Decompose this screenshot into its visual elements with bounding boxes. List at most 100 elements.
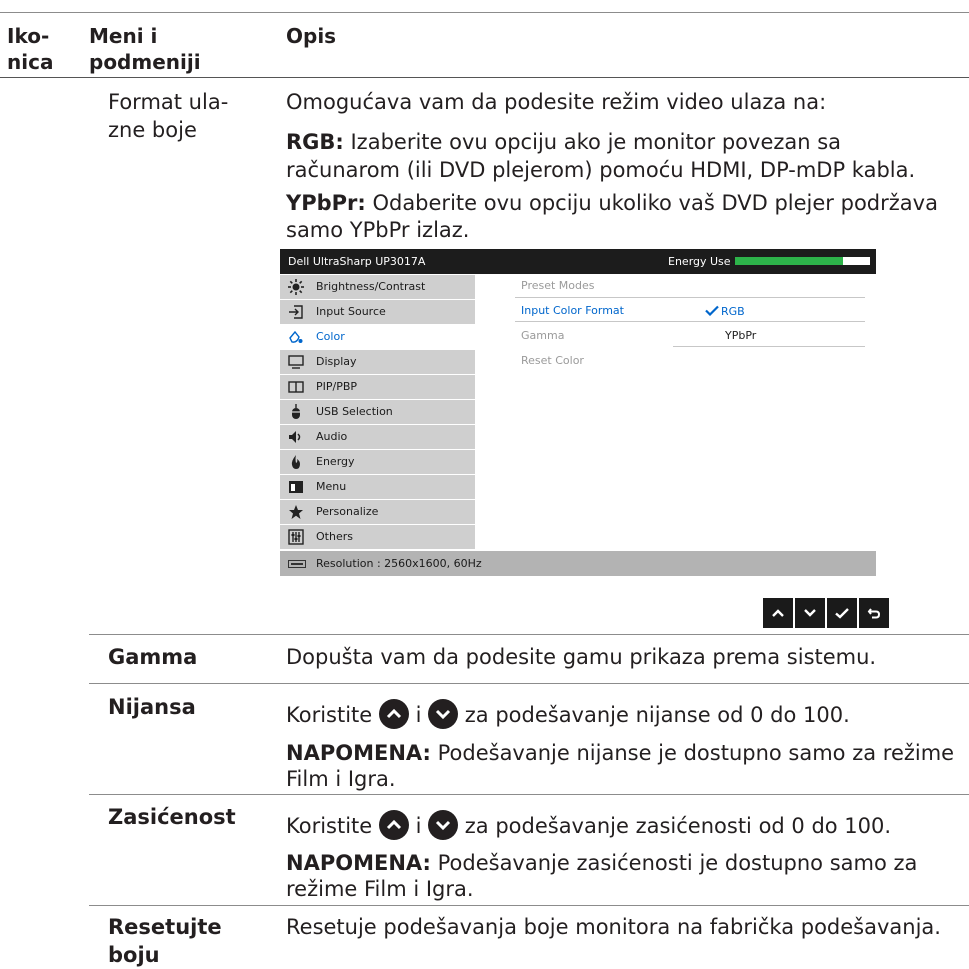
nijansa-text-pre: Koristite bbox=[286, 703, 379, 727]
osd-menu-item-input-source[interactable]: Input Source bbox=[280, 300, 475, 324]
format-title-b: zne boje bbox=[108, 118, 197, 142]
row-rule bbox=[89, 634, 969, 635]
osd-resolution: Resolution : 2560x1600, 60Hz bbox=[316, 557, 482, 570]
osd-energy-meter bbox=[735, 257, 870, 265]
osd-menu-item-pip-pbp[interactable]: PIP/PBP bbox=[280, 375, 475, 399]
osd-title: Dell UltraSharp UP3017A bbox=[288, 255, 426, 268]
zasicenost-text-post: za podešavanje zasićenosti od 0 do 100. bbox=[458, 814, 892, 838]
nijansa-text-mid: i bbox=[408, 703, 429, 727]
osd-menu-item-label: Others bbox=[316, 530, 353, 543]
header-desc-col: Opis bbox=[286, 24, 337, 48]
others-icon bbox=[288, 529, 304, 545]
up-circle-icon bbox=[378, 699, 409, 729]
nijansa-note-text-a: Podešavanje nijanse je dostupno samo za … bbox=[430, 741, 955, 765]
gamma-title: Gamma bbox=[108, 645, 198, 669]
osd-option-rgb[interactable]: RGB bbox=[705, 305, 745, 319]
nijansa-text: Koristite i za podešavanje nijanse od 0 … bbox=[286, 699, 850, 731]
nijansa-note-label: NAPOMENA: bbox=[286, 741, 431, 765]
check-icon bbox=[705, 305, 719, 317]
row-rule bbox=[89, 683, 969, 684]
osd-menu-item-color[interactable]: Color bbox=[280, 325, 475, 349]
zasicenost-title: Zasićenost bbox=[108, 805, 236, 829]
format-rgb-line-a: RGB: Izaberite ovu opciju ako je monitor… bbox=[286, 128, 841, 156]
header-menu-col-a: Meni i bbox=[89, 24, 158, 48]
osd-menu-item-label: Display bbox=[316, 355, 357, 368]
nijansa-note-b: Film i Igra. bbox=[286, 767, 396, 791]
nijansa-text-post: za podešavanje nijanse od 0 do 100. bbox=[458, 703, 850, 727]
display-icon bbox=[288, 354, 304, 370]
osd-status-bar: Resolution : 2560x1600, 60Hz bbox=[280, 551, 876, 576]
brightness-icon bbox=[288, 279, 304, 295]
back-icon bbox=[867, 608, 881, 619]
ypbpr-label: YPbPr: bbox=[286, 191, 366, 215]
osd-sub-gamma[interactable]: Gamma bbox=[521, 329, 564, 343]
header-icon-col-a: Iko- bbox=[7, 24, 50, 48]
color-icon bbox=[288, 329, 304, 345]
osd-energy-label: Energy Use bbox=[668, 255, 731, 268]
hdmi-port-icon bbox=[288, 560, 306, 568]
osd-sub-preset[interactable]: Preset Modes bbox=[521, 279, 595, 293]
osd-menu-item-label: Input Source bbox=[316, 305, 386, 318]
energy-icon bbox=[288, 454, 304, 470]
gamma-text: Dopušta vam da podesite gamu prikaza pre… bbox=[286, 645, 877, 669]
nav-confirm-button[interactable] bbox=[827, 598, 857, 628]
nav-up-button[interactable] bbox=[763, 598, 793, 628]
osd-option-rgb-label: RGB bbox=[721, 305, 745, 318]
pip-icon bbox=[288, 379, 304, 395]
zasicenost-note-a: NAPOMENA: Podešavanje zasićenosti je dos… bbox=[286, 849, 917, 877]
zasicenost-text: Koristite i za podešavanje zasićenosti o… bbox=[286, 810, 892, 842]
reset-text: Resetuje podešavanja boje monitora na fa… bbox=[286, 915, 941, 939]
osd-title-bar: Dell UltraSharp UP3017A Energy Use bbox=[280, 249, 876, 274]
osd-menu-item-label: Energy bbox=[316, 455, 355, 468]
header-menu-col-b: podmeniji bbox=[89, 50, 201, 74]
up-circle-icon bbox=[378, 810, 409, 840]
osd-option-divider bbox=[673, 346, 865, 347]
osd-menu-screenshot: Dell UltraSharp UP3017A Energy Use Brigh… bbox=[280, 249, 876, 576]
down-circle-icon bbox=[428, 810, 459, 840]
osd-energy-fill bbox=[735, 257, 843, 265]
nav-back-button[interactable] bbox=[859, 598, 889, 628]
audio-icon bbox=[288, 429, 304, 445]
menu-icon bbox=[288, 479, 304, 495]
format-ypbpr-line-b: samo YPbPr izlaz. bbox=[286, 218, 470, 242]
osd-menu-item-personalize[interactable]: Personalize bbox=[280, 500, 475, 524]
star-icon bbox=[288, 504, 304, 520]
osd-option-divider bbox=[673, 321, 865, 322]
osd-sub-reset-color[interactable]: Reset Color bbox=[521, 354, 584, 368]
zasicenost-note-label: NAPOMENA: bbox=[286, 851, 431, 875]
input-source-icon bbox=[288, 304, 304, 320]
osd-sub-divider bbox=[515, 297, 865, 298]
reset-title-b: boju bbox=[108, 943, 160, 967]
osd-menu-item-others[interactable]: Others bbox=[280, 525, 475, 549]
osd-menu-item-label: PIP/PBP bbox=[316, 380, 358, 393]
header-bottom-rule bbox=[0, 77, 969, 78]
osd-menu-item-usb-selection[interactable]: USB Selection bbox=[280, 400, 475, 424]
format-ypbpr-line-a: YPbPr: Odaberite ovu opciju ukoliko vaš … bbox=[286, 189, 938, 217]
zasicenost-text-pre: Koristite bbox=[286, 814, 379, 838]
rgb-label: RGB: bbox=[286, 130, 344, 154]
down-arrow-icon bbox=[804, 609, 816, 617]
osd-menu-item-label: Brightness/Contrast bbox=[316, 280, 426, 293]
reset-title-a: Resetujte bbox=[108, 915, 222, 939]
check-icon bbox=[835, 608, 849, 619]
ypbpr-text-a: Odaberite ovu opciju ukoliko vaš DVD ple… bbox=[365, 191, 938, 215]
zasicenost-note-b: režime Film i Igra. bbox=[286, 877, 474, 901]
row-rule bbox=[89, 905, 969, 906]
format-title-a: Format ula- bbox=[108, 90, 229, 114]
header-icon-col-b: nica bbox=[7, 50, 54, 74]
nav-down-button[interactable] bbox=[795, 598, 825, 628]
osd-menu-item-menu[interactable]: Menu bbox=[280, 475, 475, 499]
osd-sub-input-color-format[interactable]: Input Color Format bbox=[521, 304, 624, 318]
zasicenost-note-text-a: Podešavanje zasićenosti je dostupno samo… bbox=[430, 851, 918, 875]
osd-menu-item-label: Color bbox=[316, 330, 345, 343]
osd-menu-item-display[interactable]: Display bbox=[280, 350, 475, 374]
osd-menu-item-audio[interactable]: Audio bbox=[280, 425, 475, 449]
format-rgb-line-b: računarom (ili DVD plejerom) pomoću HDMI… bbox=[286, 158, 916, 182]
osd-menu-item-label: Personalize bbox=[316, 505, 379, 518]
osd-menu-item-brightness-contrast[interactable]: Brightness/Contrast bbox=[280, 275, 475, 299]
down-circle-icon bbox=[428, 699, 459, 729]
nijansa-title: Nijansa bbox=[108, 695, 196, 719]
osd-menu-item-energy[interactable]: Energy bbox=[280, 450, 475, 474]
osd-option-ypbpr[interactable]: YPbPr bbox=[725, 329, 756, 343]
format-intro: Omogućava vam da podesite režim video ul… bbox=[286, 90, 827, 114]
